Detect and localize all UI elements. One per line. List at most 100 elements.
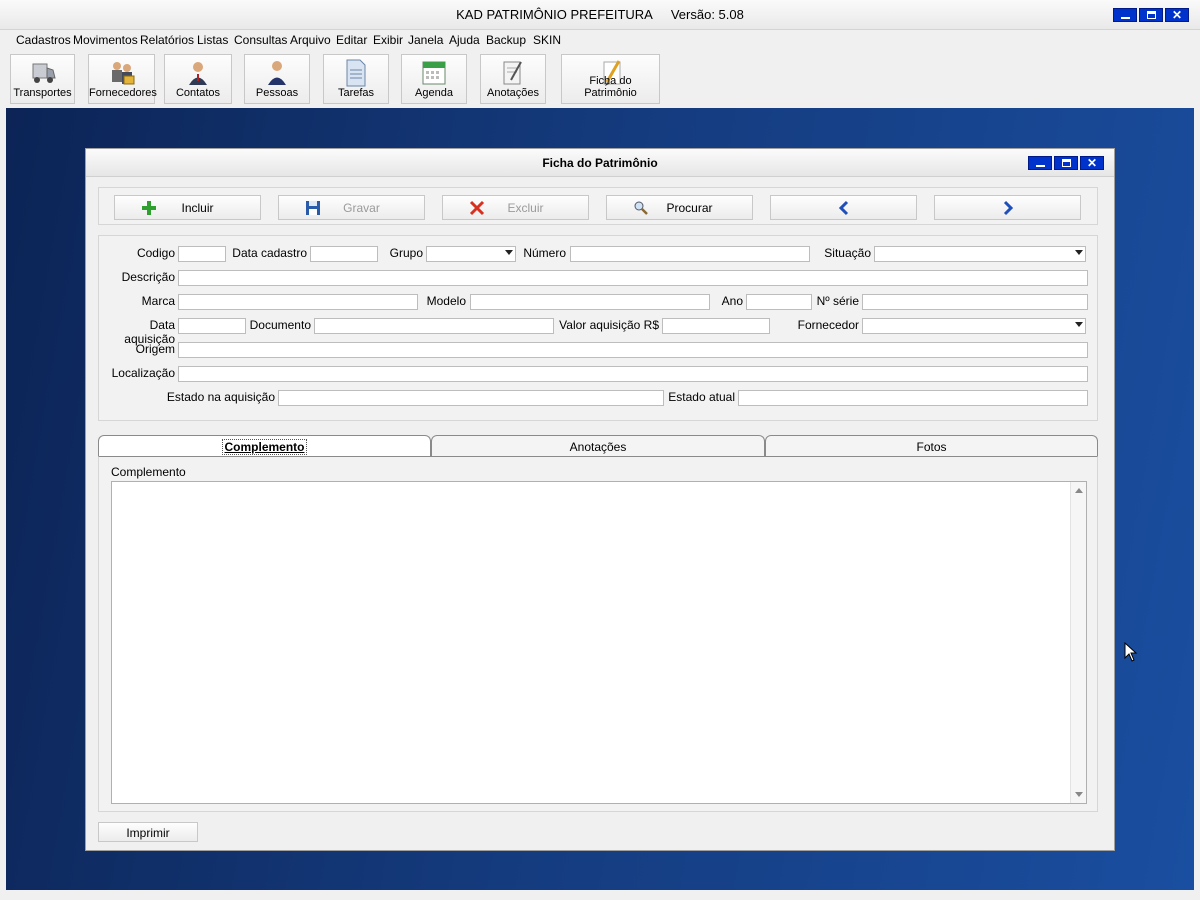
menu-movimentos[interactable]: Movimentos <box>73 33 138 47</box>
menu-exibir[interactable]: Exibir <box>373 33 403 47</box>
app-title-text: KAD PATRIMÔNIO PREFEITURA <box>456 7 653 22</box>
menu-ajuda[interactable]: Ajuda <box>449 33 480 47</box>
data-aquisicao-input[interactable] <box>178 318 246 334</box>
menu-bar: Cadastros Movimentos Relatórios Listas C… <box>0 30 1200 50</box>
toolbar-label: Tarefas <box>337 87 375 99</box>
toolbar-ficha-patrimonio-button[interactable]: Ficha do Patrimônio <box>561 54 660 104</box>
scroll-down-icon[interactable] <box>1075 792 1083 797</box>
codigo-input[interactable] <box>178 246 226 262</box>
tab-anotacoes[interactable]: Anotações <box>431 435 765 457</box>
situacao-select[interactable] <box>874 246 1086 262</box>
menu-editar[interactable]: Editar <box>336 33 367 47</box>
app-minimize-button[interactable] <box>1113 8 1137 22</box>
chevron-right-icon <box>1003 200 1014 216</box>
next-record-button[interactable] <box>934 195 1081 220</box>
scroll-up-icon[interactable] <box>1075 488 1083 493</box>
calendar-icon <box>422 61 446 85</box>
localizacao-label: Localização <box>111 366 175 380</box>
fornecedor-select[interactable] <box>862 318 1086 334</box>
menu-arquivo[interactable]: Arquivo <box>290 33 331 47</box>
mouse-cursor-icon <box>1124 642 1138 662</box>
estado-aquisicao-input[interactable] <box>278 390 664 406</box>
chevron-down-icon <box>1075 322 1083 327</box>
descricao-input[interactable] <box>178 270 1088 286</box>
documento-label: Documento <box>249 318 311 332</box>
codigo-label: Codigo <box>136 246 175 260</box>
numero-input[interactable] <box>570 246 810 262</box>
main-toolbar: Transportes Fornecedores Contatos Pessoa… <box>0 50 1200 108</box>
menu-cadastros[interactable]: Cadastros <box>16 33 71 47</box>
toolbar-label: Ficha do Patrimônio <box>584 75 637 99</box>
imprimir-button[interactable]: Imprimir <box>98 822 198 842</box>
incluir-label: Incluir <box>181 201 214 215</box>
valor-aquisicao-input[interactable] <box>662 318 770 334</box>
descricao-label: Descrição <box>121 270 175 284</box>
data-cadastro-input[interactable] <box>310 246 378 262</box>
tab-fotos-label: Fotos <box>916 440 947 454</box>
procurar-label: Procurar <box>666 201 713 215</box>
menu-relatorios[interactable]: Relatórios <box>140 33 194 47</box>
app-title-bar: KAD PATRIMÔNIO PREFEITURA Versão: 5.08 ✕ <box>0 0 1200 30</box>
toolbar-fornecedores-button[interactable]: Fornecedores <box>88 54 157 104</box>
menu-listas[interactable]: Listas <box>197 33 228 47</box>
person-icon <box>268 61 286 85</box>
tab-panel-complemento: Complemento <box>98 456 1098 812</box>
window-title-bar[interactable]: Ficha do Patrimônio ✕ <box>86 149 1114 177</box>
complemento-textarea[interactable] <box>111 481 1087 804</box>
toolbar-pessoas-button[interactable]: Pessoas <box>244 54 310 104</box>
toolbar-transportes-button[interactable]: Transportes <box>10 54 75 104</box>
menu-consultas[interactable]: Consultas <box>234 33 287 47</box>
document-icon <box>346 59 366 87</box>
toolbar-label: Agenda <box>415 87 453 99</box>
window-maximize-button[interactable] <box>1054 156 1078 170</box>
toolbar-label: Fornecedores <box>89 87 157 99</box>
excluir-button[interactable]: Excluir <box>442 195 589 220</box>
menu-skin[interactable]: SKIN <box>533 33 561 47</box>
menu-janela[interactable]: Janela <box>408 33 443 47</box>
asset-form: Codigo Data cadastro Grupo Número Situaç… <box>98 235 1098 421</box>
toolbar-agenda-button[interactable]: Agenda <box>401 54 467 104</box>
frame-right <box>1194 108 1200 890</box>
tab-anotacoes-label: Anotações <box>569 440 627 454</box>
suppliers-icon <box>111 62 134 85</box>
toolbar-tarefas-button[interactable]: Tarefas <box>323 54 389 104</box>
localizacao-input[interactable] <box>178 366 1088 382</box>
previous-record-button[interactable] <box>770 195 917 220</box>
app-version: Versão: 5.08 <box>670 7 744 22</box>
chevron-down-icon <box>1075 250 1083 255</box>
toolbar-contatos-button[interactable]: Contatos <box>164 54 232 104</box>
numero-label: Número <box>523 246 566 260</box>
estado-atual-input[interactable] <box>738 390 1088 406</box>
marca-label: Marca <box>141 294 175 308</box>
toolbar-label: Transportes <box>13 87 72 99</box>
incluir-button[interactable]: Incluir <box>114 195 261 220</box>
app-title: KAD PATRIMÔNIO PREFEITURA Versão: 5.08 <box>0 7 1200 22</box>
window-title: Ficha do Patrimônio <box>542 156 658 170</box>
status-bar <box>0 890 1200 900</box>
window-close-button[interactable]: ✕ <box>1080 156 1104 170</box>
menu-backup[interactable]: Backup <box>486 33 526 47</box>
documento-input[interactable] <box>314 318 554 334</box>
tab-complemento[interactable]: Complemento <box>98 435 431 457</box>
ficha-patrimonio-window: Ficha do Patrimônio ✕ Incluir Gravar Exc… <box>85 148 1115 851</box>
grupo-select[interactable] <box>426 246 516 262</box>
app-close-button[interactable]: ✕ <box>1165 8 1189 22</box>
action-bar: Incluir Gravar Excluir Procurar <box>98 187 1098 225</box>
origem-input[interactable] <box>178 342 1088 358</box>
ano-input[interactable] <box>746 294 812 310</box>
toolbar-anotacoes-button[interactable]: Anotações <box>480 54 546 104</box>
app-maximize-button[interactable] <box>1139 8 1163 22</box>
modelo-input[interactable] <box>470 294 710 310</box>
complemento-label: Complemento <box>111 465 186 479</box>
n-serie-input[interactable] <box>862 294 1088 310</box>
toolbar-label: Contatos <box>175 87 221 99</box>
complemento-scrollbar[interactable] <box>1070 482 1086 803</box>
tab-fotos[interactable]: Fotos <box>765 435 1098 457</box>
marca-input[interactable] <box>178 294 418 310</box>
origem-label: Origem <box>135 342 175 356</box>
window-minimize-button[interactable] <box>1028 156 1052 170</box>
contact-person-icon <box>189 62 207 85</box>
procurar-button[interactable]: Procurar <box>606 195 753 220</box>
toolbar-label: Pessoas <box>255 87 299 99</box>
gravar-button[interactable]: Gravar <box>278 195 425 220</box>
